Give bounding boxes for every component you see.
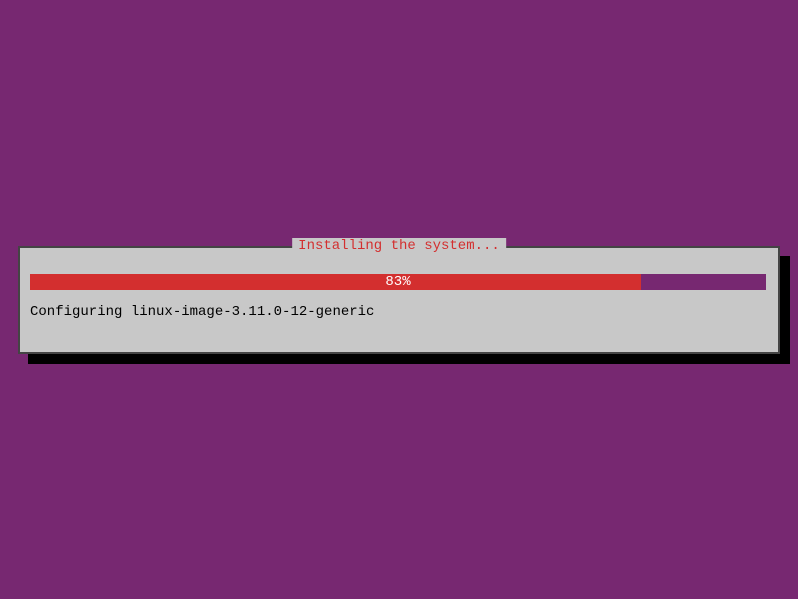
install-dialog: Installing the system... 83% Configuring… bbox=[18, 246, 780, 354]
status-text: Configuring linux-image-3.11.0-12-generi… bbox=[30, 304, 374, 320]
progress-bar: 83% bbox=[30, 274, 766, 290]
progress-percent-label: 83% bbox=[30, 274, 766, 290]
dialog-title: Installing the system... bbox=[292, 238, 506, 254]
